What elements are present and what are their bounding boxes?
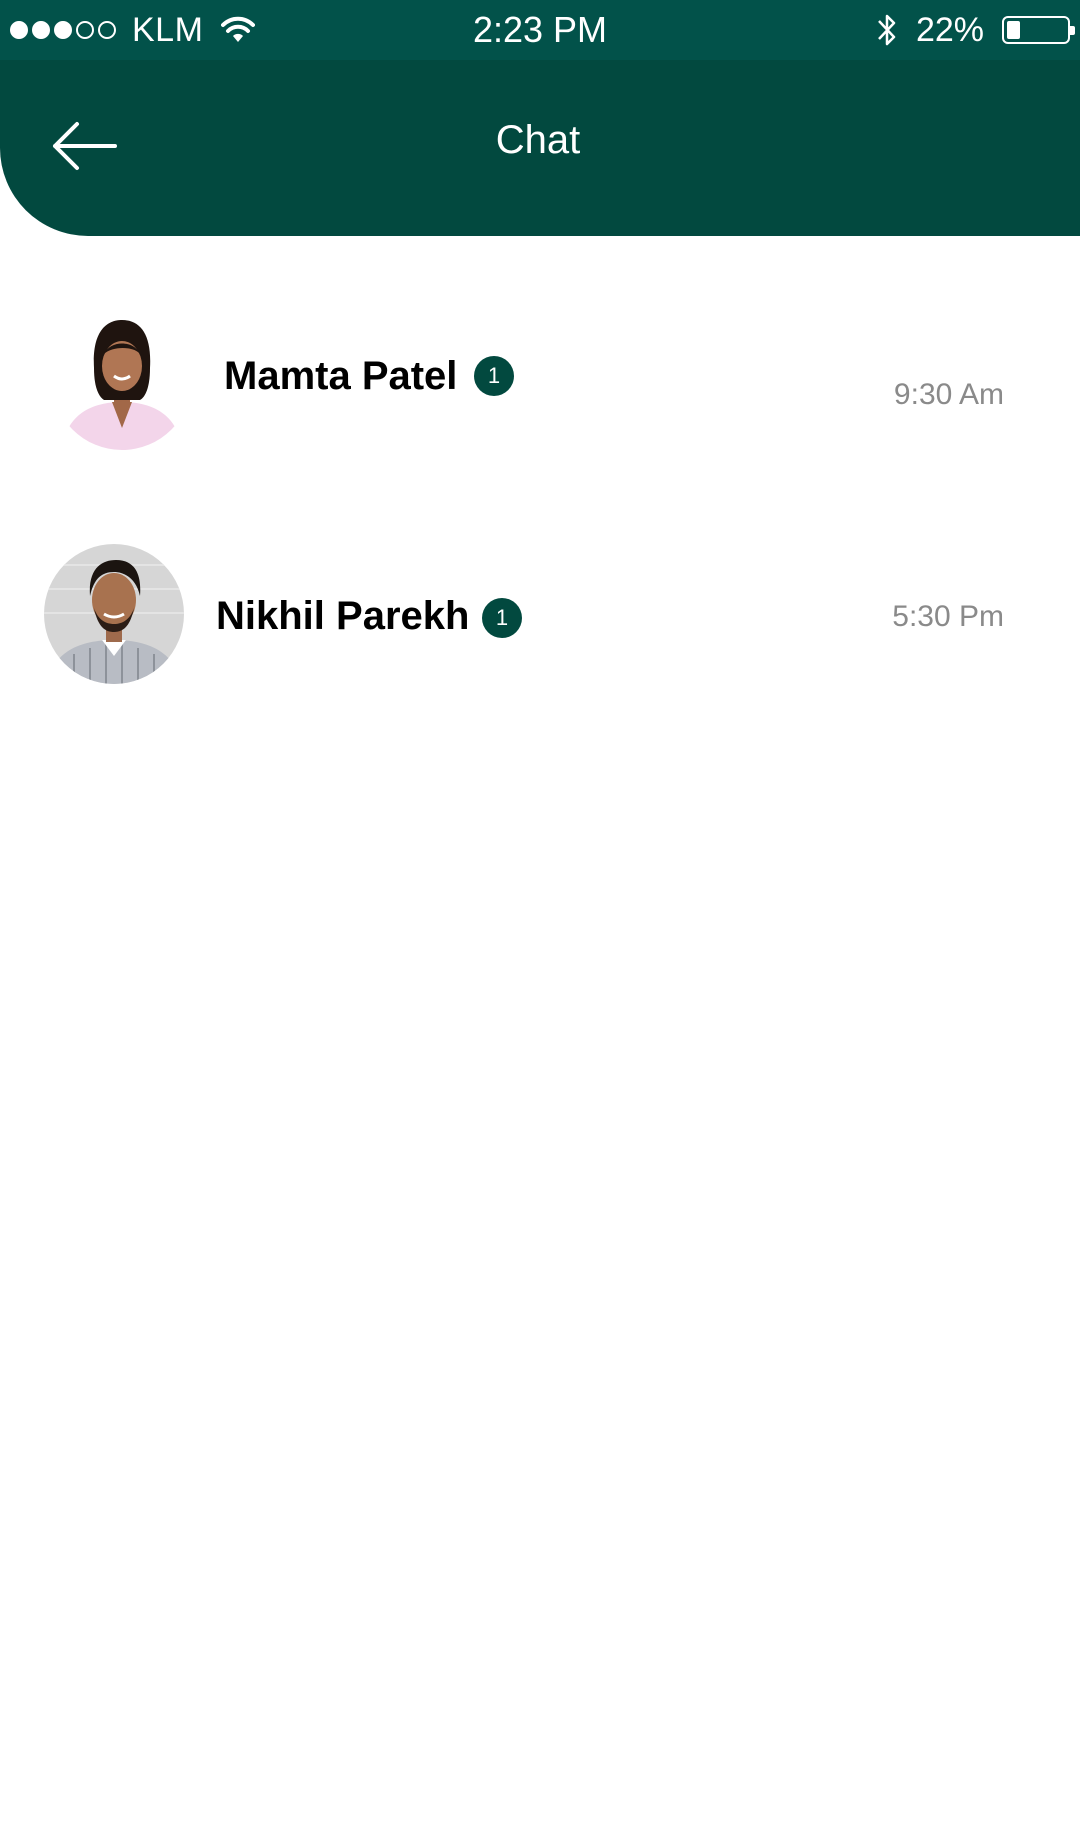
battery-percent: 22% bbox=[915, 10, 984, 49]
avatar-man-icon bbox=[44, 544, 184, 684]
status-right: 22% bbox=[876, 0, 1075, 60]
contact-name: Nikhil Parekh bbox=[216, 594, 470, 638]
battery-icon bbox=[1002, 16, 1075, 44]
avatar bbox=[52, 310, 192, 450]
contact-name: Mamta Patel bbox=[224, 354, 458, 398]
unread-badge: 1 bbox=[482, 598, 522, 638]
chat-row-mamta-patel[interactable]: Mamta Patel 1 9:30 Am bbox=[0, 296, 1080, 496]
status-bar: KLM 2:23 PM 22% bbox=[0, 0, 1080, 60]
chat-time: 5:30 Pm bbox=[892, 600, 1004, 633]
battery-level-fill bbox=[1007, 21, 1020, 39]
chat-time: 9:30 Am bbox=[893, 378, 1004, 411]
page-title: Chat bbox=[495, 118, 581, 162]
avatar-woman-icon bbox=[52, 310, 192, 450]
chat-row-nikhil-parekh[interactable]: Nikhil Parekh 1 5:30 Pm bbox=[0, 536, 1080, 736]
app-header: Chat bbox=[0, 60, 1080, 236]
bluetooth-icon bbox=[876, 11, 898, 49]
avatar bbox=[44, 544, 184, 684]
unread-badge: 1 bbox=[474, 356, 514, 396]
